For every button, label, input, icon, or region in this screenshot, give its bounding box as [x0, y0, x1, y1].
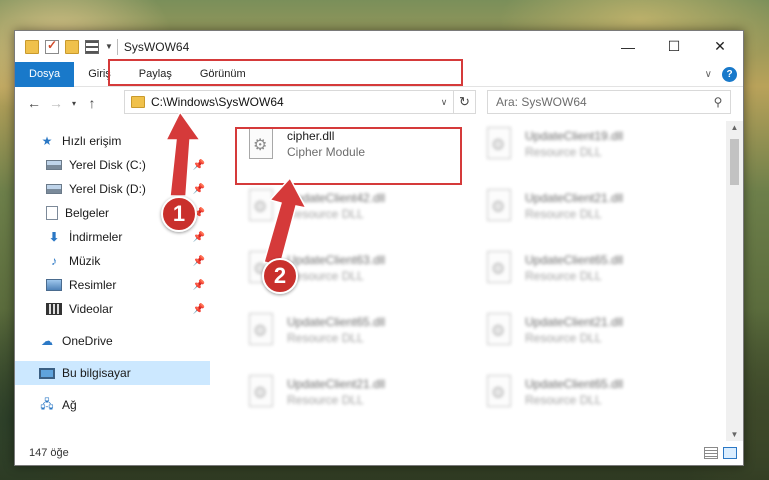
step-1-badge: 1 [161, 196, 197, 232]
arrow-1 [164, 110, 202, 197]
annotation-arrows [164, 110, 308, 267]
step-2-badge: 2 [262, 258, 298, 294]
arrow-2 [263, 176, 308, 267]
